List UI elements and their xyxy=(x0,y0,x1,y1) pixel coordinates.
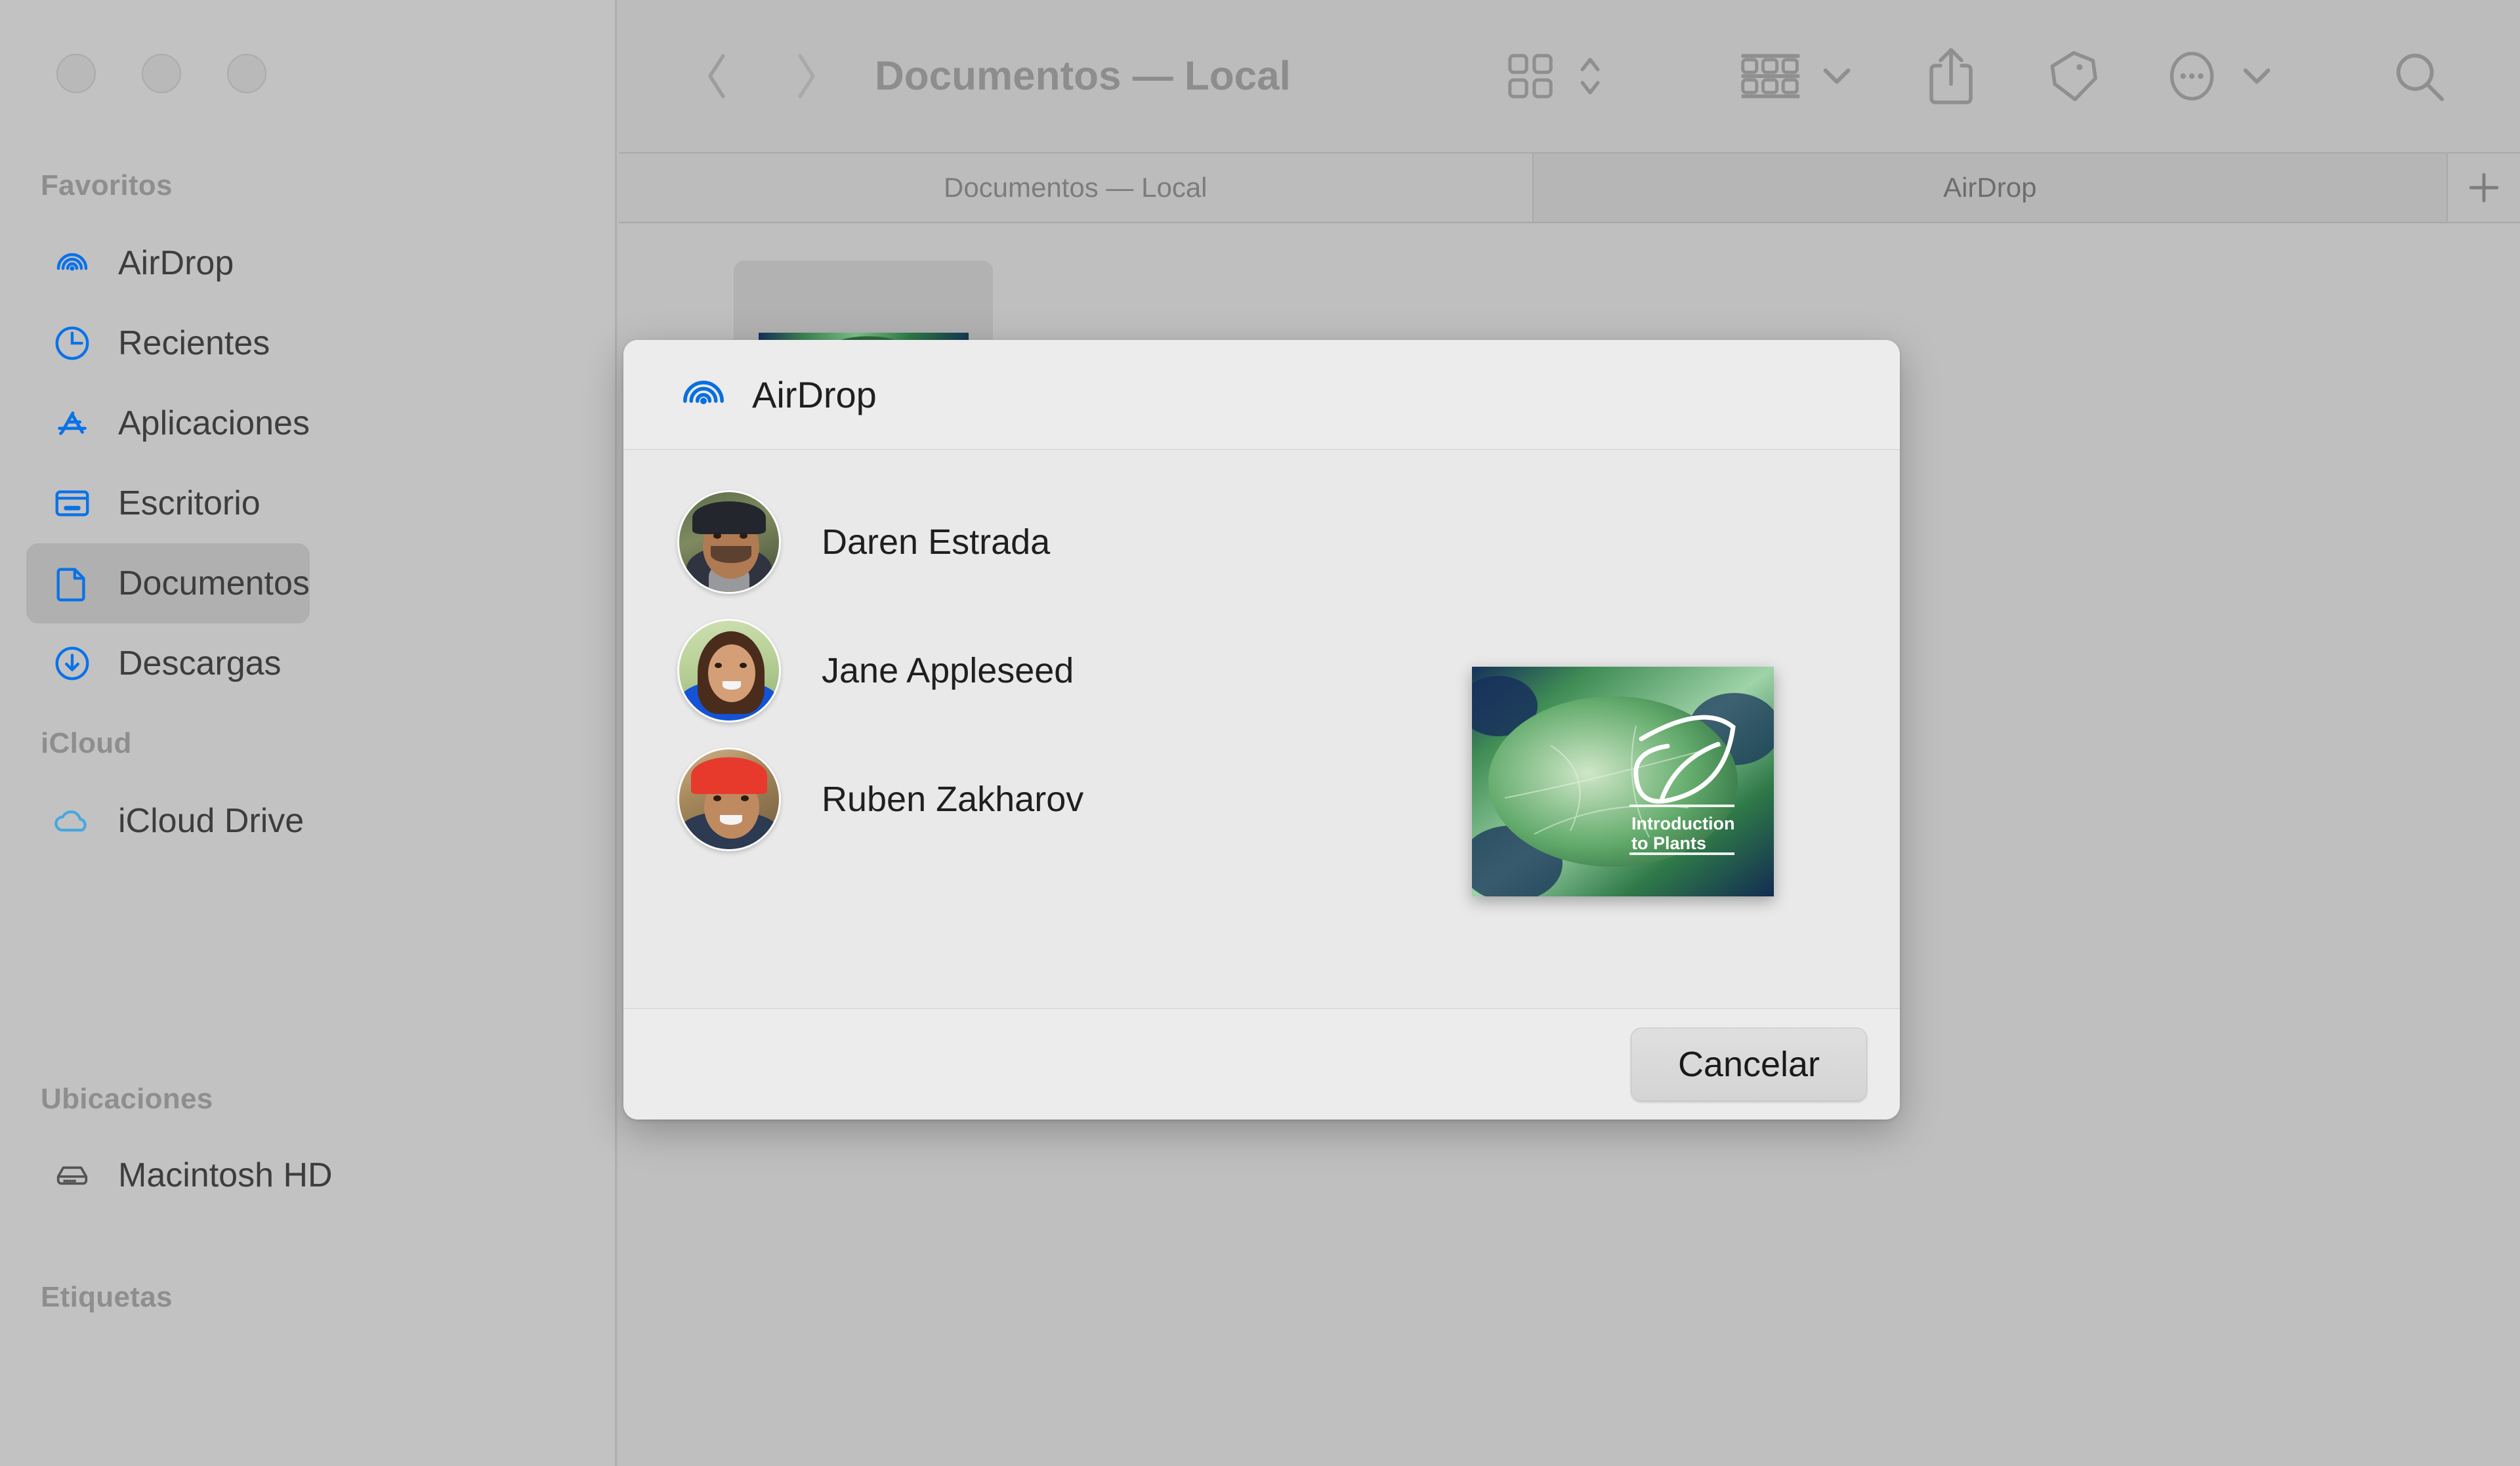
cancel-button[interactable]: Cancelar xyxy=(1631,1028,1867,1101)
sidebar: Favoritos AirDrop Recientes Aplicaciones… xyxy=(0,0,617,1466)
sidebar-section-header: Ubicaciones xyxy=(41,1083,213,1115)
sidebar-item-descargas[interactable]: Descargas xyxy=(26,623,282,703)
contact-name: Jane Appleseed xyxy=(822,651,1074,690)
sidebar-item-escritorio[interactable]: Escritorio xyxy=(26,463,261,543)
contact-row[interactable]: Daren Estrada xyxy=(677,478,1083,606)
thumbnail-subtitle-text: to Plants xyxy=(1631,833,1706,853)
chevron-down-icon[interactable] xyxy=(1820,60,1854,93)
avatar xyxy=(677,747,781,851)
page-title: Documentos — Local xyxy=(875,53,1291,99)
sidebar-section-ubicaciones: Ubicaciones xyxy=(0,1083,617,1116)
sidebar-item-macintosh-hd[interactable]: Macintosh HD xyxy=(26,1135,333,1215)
contact-name: Daren Estrada xyxy=(822,522,1051,562)
sidebar-item-label: Aplicaciones xyxy=(118,404,310,442)
sidebar-item-documentos[interactable]: Documentos xyxy=(26,543,310,623)
tab-bar: Documentos — Local AirDrop xyxy=(619,152,2520,223)
tag-icon[interactable] xyxy=(2046,48,2103,104)
sidebar-item-icloud-drive[interactable]: iCloud Drive xyxy=(26,781,304,861)
tab-documentos-local[interactable]: Documentos — Local xyxy=(619,154,1534,222)
tab-airdrop[interactable]: AirDrop xyxy=(1533,154,2448,222)
sidebar-item-label: Macintosh HD xyxy=(118,1156,333,1194)
dialog-body: Daren Estrada Jane Appleseed Ruben Zakha… xyxy=(623,450,1900,1008)
tab-label: Documentos — Local xyxy=(943,172,1208,203)
sidebar-item-label: Escritorio xyxy=(118,484,261,522)
more-ellipsis-icon[interactable] xyxy=(2164,49,2219,104)
chevron-down-icon[interactable] xyxy=(2240,60,2274,93)
sidebar-item-label: Documentos xyxy=(118,564,310,602)
contact-row[interactable]: Ruben Zakharov xyxy=(677,735,1083,864)
airdrop-icon xyxy=(51,242,93,284)
sidebar-item-label: iCloud Drive xyxy=(118,802,304,840)
dialog-titlebar: AirDrop xyxy=(623,340,1900,450)
sidebar-section-etiquetas: Etiquetas xyxy=(0,1281,617,1314)
contact-row[interactable]: Jane Appleseed xyxy=(677,606,1083,735)
avatar xyxy=(677,490,781,594)
sidebar-item-label: AirDrop xyxy=(118,244,234,282)
dialog-footer: Cancelar xyxy=(623,1008,1900,1120)
cloud-icon xyxy=(51,800,93,842)
close-button[interactable] xyxy=(56,54,96,93)
sidebar-section-icloud: iCloud xyxy=(0,727,617,760)
finder-window: Favoritos AirDrop Recientes Aplicaciones… xyxy=(0,0,2520,1466)
download-icon xyxy=(51,642,93,684)
minimize-button[interactable] xyxy=(142,54,181,93)
back-icon[interactable] xyxy=(691,47,744,106)
airdrop-contact-list: Daren Estrada Jane Appleseed Ruben Zakha… xyxy=(677,478,1083,864)
forward-icon[interactable] xyxy=(780,47,832,106)
group-by-icon[interactable] xyxy=(1738,51,1803,102)
contact-name: Ruben Zakharov xyxy=(822,780,1084,819)
sidebar-section-favoritos: Favoritos xyxy=(0,169,617,202)
sidebar-item-recientes[interactable]: Recientes xyxy=(26,303,270,383)
updown-chevron-icon[interactable] xyxy=(1574,47,1606,106)
zoom-button[interactable] xyxy=(227,54,266,93)
sidebar-section-header: Favoritos xyxy=(41,169,173,201)
sidebar-item-airdrop[interactable]: AirDrop xyxy=(26,223,234,303)
sidebar-section-header: Etiquetas xyxy=(41,1281,173,1313)
app-store-icon xyxy=(51,402,93,444)
hard-drive-icon xyxy=(51,1154,93,1196)
dialog-title: AirDrop xyxy=(752,373,877,415)
clock-icon xyxy=(51,322,93,364)
desktop-icon xyxy=(51,482,93,524)
sidebar-item-label: Descargas xyxy=(118,644,282,682)
search-icon[interactable] xyxy=(2391,48,2447,104)
tab-label: AirDrop xyxy=(1943,172,2037,203)
toolbar: Documentos — Local xyxy=(619,0,2520,152)
dragged-file-thumbnail: Introduction to Plants xyxy=(1472,667,1774,896)
document-icon xyxy=(51,562,93,604)
sidebar-section-header: iCloud xyxy=(41,727,132,759)
window-controls xyxy=(56,54,266,93)
add-tab-button[interactable] xyxy=(2448,154,2520,222)
sidebar-item-aplicaciones[interactable]: Aplicaciones xyxy=(26,383,310,463)
grid-view-icon[interactable] xyxy=(1505,51,1556,102)
airdrop-icon xyxy=(677,368,730,421)
avatar xyxy=(677,619,781,723)
thumbnail-title-text: Introduction xyxy=(1631,814,1734,833)
sidebar-item-label: Recientes xyxy=(118,324,270,362)
share-icon[interactable] xyxy=(1925,45,1977,107)
airdrop-dialog: AirDrop Daren Estrada Jane Appleseed Rub… xyxy=(623,340,1900,1120)
